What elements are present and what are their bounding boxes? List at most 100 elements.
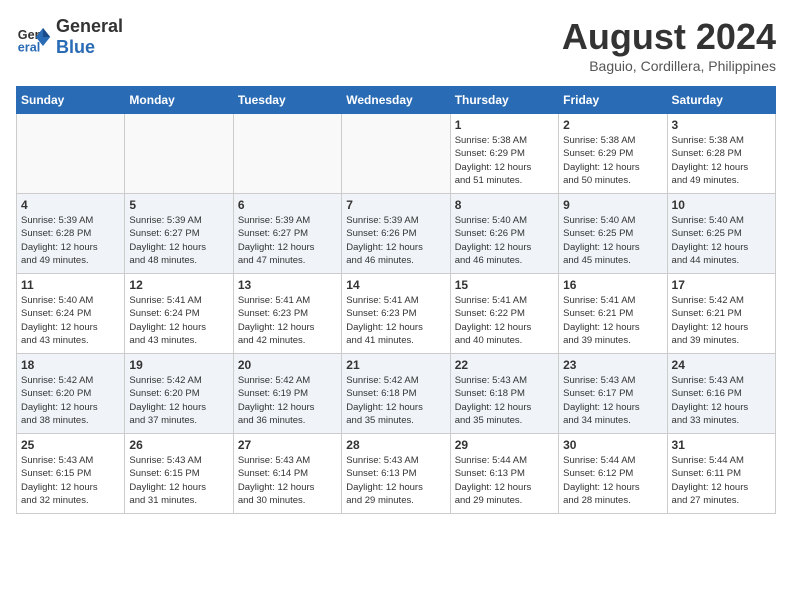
calendar-cell: 8 Sunrise: 5:40 AM Sunset: 6:26 PM Daylig… [450,194,558,274]
calendar-day-header: Monday [125,87,233,114]
day-number: 8 [455,198,554,212]
calendar-table: SundayMondayTuesdayWednesdayThursdayFrid… [16,86,776,514]
day-info: Sunrise: 5:38 AM Sunset: 6:29 PM Dayligh… [455,134,554,187]
day-info: Sunrise: 5:43 AM Sunset: 6:15 PM Dayligh… [129,454,228,507]
calendar-cell: 24Sunrise: 5:43 AM Sunset: 6:16 PM Dayli… [667,354,775,434]
day-info: Sunrise: 5:44 AM Sunset: 6:11 PM Dayligh… [672,454,771,507]
calendar-cell: 28 Sunrise: 5:43 AM Sunset: 6:13 PM Dayli… [342,434,450,514]
calendar-cell: 12 Sunrise: 5:41 AM Sunset: 6:24 PM Dayli… [125,274,233,354]
calendar-cell: 23 Sunrise: 5:43 AM Sunset: 6:17 PM Dayli… [559,354,667,434]
calendar-week-row: 18 Sunrise: 5:42 AM Sunset: 6:20 PM Dayli… [17,354,776,434]
calendar-cell: 17 Sunrise: 5:42 AM Sunset: 6:21 PM Dayli… [667,274,775,354]
calendar-cell [342,114,450,194]
day-number: 30 [563,438,662,452]
day-info: Sunrise: 5:44 AM Sunset: 6:12 PM Dayligh… [563,454,662,507]
day-info: Sunrise: 5:40 AM Sunset: 6:24 PM Dayligh… [21,294,120,347]
day-number: 23 [563,358,662,372]
day-info: Sunrise: 5:43 AM Sunset: 6:14 PM Dayligh… [238,454,337,507]
calendar-cell: 15 Sunrise: 5:41 AM Sunset: 6:22 PM Dayli… [450,274,558,354]
day-info: Sunrise: 5:43 AM Sunset: 6:13 PM Dayligh… [346,454,445,507]
calendar-day-header: Sunday [17,87,125,114]
day-number: 31 [672,438,771,452]
day-info: Sunrise: 5:40 AM Sunset: 6:25 PM Dayligh… [563,214,662,267]
day-number: 2 [563,118,662,132]
day-info: Sunrise: 5:40 AM Sunset: 6:25 PM Dayligh… [672,214,771,267]
calendar-day-header: Friday [559,87,667,114]
day-info: Sunrise: 5:39 AM Sunset: 6:27 PM Dayligh… [129,214,228,267]
day-info: Sunrise: 5:42 AM Sunset: 6:19 PM Dayligh… [238,374,337,427]
day-number: 22 [455,358,554,372]
day-number: 17 [672,278,771,292]
day-info: Sunrise: 5:39 AM Sunset: 6:26 PM Dayligh… [346,214,445,267]
day-info: Sunrise: 5:43 AM Sunset: 6:18 PM Dayligh… [455,374,554,427]
calendar-cell: 21Sunrise: 5:42 AM Sunset: 6:18 PM Dayli… [342,354,450,434]
day-number: 7 [346,198,445,212]
day-number: 20 [238,358,337,372]
calendar-cell: 25 Sunrise: 5:43 AM Sunset: 6:15 PM Dayli… [17,434,125,514]
day-number: 19 [129,358,228,372]
day-number: 24 [672,358,771,372]
calendar-cell: 26 Sunrise: 5:43 AM Sunset: 6:15 PM Dayli… [125,434,233,514]
calendar-cell: 13Sunrise: 5:41 AM Sunset: 6:23 PM Dayli… [233,274,341,354]
day-number: 28 [346,438,445,452]
day-number: 18 [21,358,120,372]
day-number: 26 [129,438,228,452]
calendar-week-row: 11 Sunrise: 5:40 AM Sunset: 6:24 PM Dayli… [17,274,776,354]
day-number: 10 [672,198,771,212]
calendar-cell [233,114,341,194]
calendar-cell: 6Sunrise: 5:39 AM Sunset: 6:27 PM Daylig… [233,194,341,274]
calendar-body: 1 Sunrise: 5:38 AM Sunset: 6:29 PM Daylig… [17,114,776,514]
calendar-cell: 27 Sunrise: 5:43 AM Sunset: 6:14 PM Dayli… [233,434,341,514]
calendar-day-header: Saturday [667,87,775,114]
day-info: Sunrise: 5:42 AM Sunset: 6:21 PM Dayligh… [672,294,771,347]
day-info: Sunrise: 5:40 AM Sunset: 6:26 PM Dayligh… [455,214,554,267]
day-info: Sunrise: 5:41 AM Sunset: 6:21 PM Dayligh… [563,294,662,347]
calendar-title: August 2024 [562,16,776,58]
day-number: 15 [455,278,554,292]
header: Gen eral General Blue August 2024 Baguio… [16,16,776,74]
day-number: 9 [563,198,662,212]
logo-icon: Gen eral [16,19,52,55]
calendar-cell: 14Sunrise: 5:41 AM Sunset: 6:23 PM Dayli… [342,274,450,354]
calendar-week-row: 4Sunrise: 5:39 AM Sunset: 6:28 PM Daylig… [17,194,776,274]
day-info: Sunrise: 5:41 AM Sunset: 6:24 PM Dayligh… [129,294,228,347]
calendar-cell: 1 Sunrise: 5:38 AM Sunset: 6:29 PM Daylig… [450,114,558,194]
calendar-cell: 16Sunrise: 5:41 AM Sunset: 6:21 PM Dayli… [559,274,667,354]
day-number: 25 [21,438,120,452]
calendar-subtitle: Baguio, Cordillera, Philippines [562,58,776,74]
day-number: 29 [455,438,554,452]
day-number: 5 [129,198,228,212]
calendar-week-row: 25 Sunrise: 5:43 AM Sunset: 6:15 PM Dayli… [17,434,776,514]
day-number: 21 [346,358,445,372]
calendar-day-header: Wednesday [342,87,450,114]
logo-general-text: General [56,16,123,36]
day-info: Sunrise: 5:39 AM Sunset: 6:28 PM Dayligh… [21,214,120,267]
day-info: Sunrise: 5:38 AM Sunset: 6:28 PM Dayligh… [672,134,771,187]
calendar-cell: 18 Sunrise: 5:42 AM Sunset: 6:20 PM Dayli… [17,354,125,434]
calendar-cell: 31 Sunrise: 5:44 AM Sunset: 6:11 PM Dayli… [667,434,775,514]
day-number: 6 [238,198,337,212]
calendar-cell: 19 Sunrise: 5:42 AM Sunset: 6:20 PM Dayli… [125,354,233,434]
calendar-day-header: Thursday [450,87,558,114]
day-info: Sunrise: 5:42 AM Sunset: 6:20 PM Dayligh… [129,374,228,427]
calendar-cell: 3 Sunrise: 5:38 AM Sunset: 6:28 PM Daylig… [667,114,775,194]
day-number: 3 [672,118,771,132]
calendar-cell: 11 Sunrise: 5:40 AM Sunset: 6:24 PM Dayli… [17,274,125,354]
day-number: 27 [238,438,337,452]
calendar-cell: 7 Sunrise: 5:39 AM Sunset: 6:26 PM Daylig… [342,194,450,274]
day-info: Sunrise: 5:42 AM Sunset: 6:20 PM Dayligh… [21,374,120,427]
calendar-cell: 20 Sunrise: 5:42 AM Sunset: 6:19 PM Dayli… [233,354,341,434]
calendar-cell: 2Sunrise: 5:38 AM Sunset: 6:29 PM Daylig… [559,114,667,194]
calendar-header-row: SundayMondayTuesdayWednesdayThursdayFrid… [17,87,776,114]
calendar-cell: 29Sunrise: 5:44 AM Sunset: 6:13 PM Dayli… [450,434,558,514]
day-info: Sunrise: 5:41 AM Sunset: 6:22 PM Dayligh… [455,294,554,347]
svg-text:eral: eral [18,40,40,54]
day-number: 11 [21,278,120,292]
day-number: 1 [455,118,554,132]
day-info: Sunrise: 5:41 AM Sunset: 6:23 PM Dayligh… [346,294,445,347]
day-info: Sunrise: 5:43 AM Sunset: 6:15 PM Dayligh… [21,454,120,507]
day-info: Sunrise: 5:43 AM Sunset: 6:17 PM Dayligh… [563,374,662,427]
day-info: Sunrise: 5:41 AM Sunset: 6:23 PM Dayligh… [238,294,337,347]
logo-blue-text: Blue [56,37,95,57]
day-number: 12 [129,278,228,292]
